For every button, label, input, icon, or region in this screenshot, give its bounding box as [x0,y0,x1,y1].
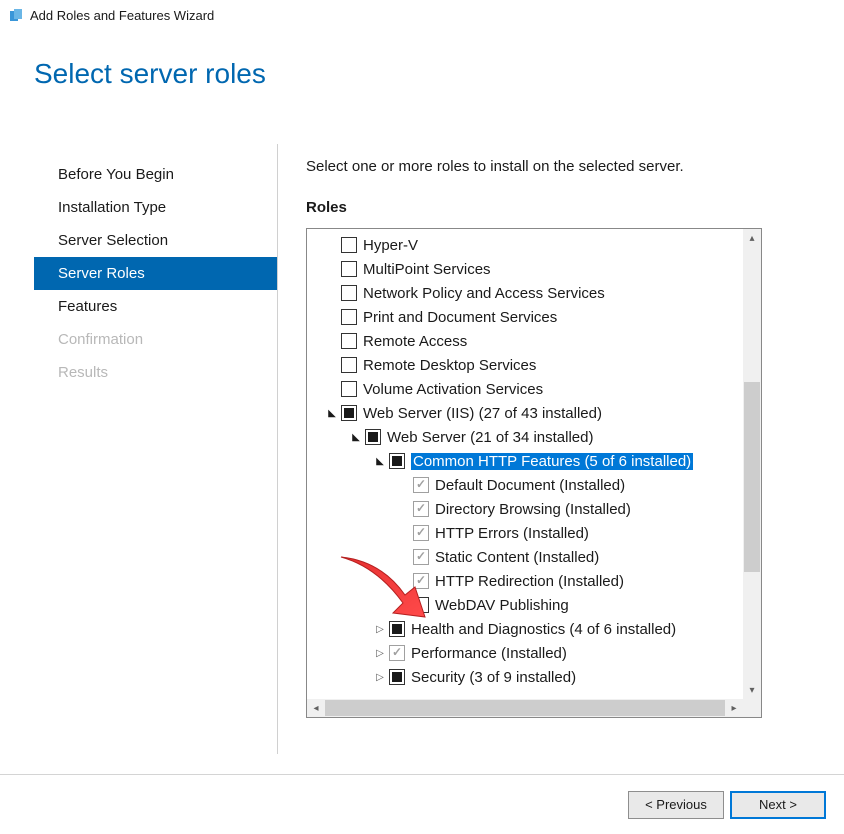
vertical-scrollbar[interactable]: ▴ ▾ [743,229,761,699]
tree-row[interactable]: ◢ Web Server (IIS) (27 of 43 installed) [307,401,743,425]
wizard-icon [8,7,24,23]
collapse-icon[interactable]: ◢ [325,408,339,419]
scroll-right-icon[interactable]: ▸ [725,699,743,717]
expand-icon[interactable]: ▷ [373,648,387,659]
roles-tree: Hyper-V MultiPoint Services Network Policy… [306,228,762,718]
tree-item-label[interactable]: Common HTTP Features (5 of 6 installed) [411,453,693,470]
tree-item-label[interactable]: Directory Browsing (Installed) [435,501,631,518]
tree-row[interactable]: HTTP Errors (Installed) [307,521,743,545]
window-title: Add Roles and Features Wizard [30,8,214,23]
tree-item-label[interactable]: WebDAV Publishing [435,597,569,614]
page-title: Select server roles [0,30,844,90]
tree-item-label[interactable]: Web Server (21 of 34 installed) [387,429,594,446]
checkbox[interactable] [341,261,357,277]
checkbox[interactable] [341,309,357,325]
checkbox[interactable] [341,357,357,373]
checkbox[interactable] [341,237,357,253]
scroll-down-icon[interactable]: ▾ [743,681,761,699]
tree-row[interactable]: WebDAV Publishing [307,593,743,617]
collapse-icon[interactable]: ◢ [349,432,363,443]
tree-item-label[interactable]: Print and Document Services [363,309,557,326]
checkbox[interactable] [413,573,429,589]
collapse-icon[interactable]: ◢ [373,456,387,467]
sidebar-item-confirmation: Confirmation [34,323,277,356]
tree-row[interactable]: Static Content (Installed) [307,545,743,569]
tree-row[interactable]: Print and Document Services [307,305,743,329]
tree-row[interactable]: ◢ Common HTTP Features (5 of 6 installed) [307,449,743,473]
scroll-thumb-h[interactable] [325,700,725,716]
sidebar-item-before-you-begin[interactable]: Before You Begin [34,158,277,191]
roles-heading: Roles [306,199,824,216]
checkbox[interactable] [341,285,357,301]
tree-row[interactable]: HTTP Redirection (Installed) [307,569,743,593]
expand-icon[interactable]: ▷ [373,624,387,635]
checkbox[interactable] [413,501,429,517]
window-titlebar: Add Roles and Features Wizard [0,0,844,30]
wizard-steps-sidebar: Before You BeginInstallation TypeServer … [34,144,278,754]
tree-row[interactable]: Default Document (Installed) [307,473,743,497]
sidebar-item-results: Results [34,356,277,389]
tree-item-label[interactable]: Health and Diagnostics (4 of 6 installed… [411,621,676,638]
next-button[interactable]: Next > [730,791,826,819]
checkbox[interactable] [341,381,357,397]
tree-item-label[interactable]: Static Content (Installed) [435,549,599,566]
tree-row[interactable]: ▷ Health and Diagnostics (4 of 6 installe… [307,617,743,641]
checkbox[interactable] [389,669,405,685]
sidebar-item-server-roles[interactable]: Server Roles [34,257,277,290]
checkbox[interactable] [413,477,429,493]
scroll-thumb[interactable] [744,382,760,572]
tree-item-label[interactable]: Hyper-V [363,237,418,254]
checkbox[interactable] [389,645,405,661]
tree-row[interactable]: ◢ Web Server (21 of 34 installed) [307,425,743,449]
checkbox[interactable] [413,525,429,541]
instruction-text: Select one or more roles to install on t… [306,158,824,175]
checkbox[interactable] [389,621,405,637]
tree-item-label[interactable]: Security (3 of 9 installed) [411,669,576,686]
tree-item-label[interactable]: Default Document (Installed) [435,477,625,494]
tree-row[interactable]: ▷ Performance (Installed) [307,641,743,665]
sidebar-item-features[interactable]: Features [34,290,277,323]
tree-row[interactable]: Volume Activation Services [307,377,743,401]
tree-row[interactable]: ▷ Security (3 of 9 installed) [307,665,743,689]
tree-item-label[interactable]: HTTP Errors (Installed) [435,525,589,542]
tree-item-label[interactable]: Network Policy and Access Services [363,285,605,302]
checkbox[interactable] [413,549,429,565]
tree-row[interactable]: MultiPoint Services [307,257,743,281]
sidebar-item-installation-type[interactable]: Installation Type [34,191,277,224]
checkbox[interactable] [365,429,381,445]
tree-item-label[interactable]: Performance (Installed) [411,645,567,662]
scroll-corner [743,699,761,717]
previous-button[interactable]: < Previous [628,791,724,819]
tree-item-label[interactable]: HTTP Redirection (Installed) [435,573,624,590]
tree-row[interactable]: Directory Browsing (Installed) [307,497,743,521]
tree-item-label[interactable]: Remote Desktop Services [363,357,536,374]
tree-row[interactable]: Remote Desktop Services [307,353,743,377]
checkbox[interactable] [341,333,357,349]
tree-row[interactable]: Remote Access [307,329,743,353]
checkbox[interactable] [413,597,429,613]
tree-item-label[interactable]: Web Server (IIS) (27 of 43 installed) [363,405,602,422]
scroll-up-icon[interactable]: ▴ [743,229,761,247]
tree-item-label[interactable]: Volume Activation Services [363,381,543,398]
tree-item-label[interactable]: Remote Access [363,333,467,350]
tree-row[interactable]: Network Policy and Access Services [307,281,743,305]
horizontal-scrollbar[interactable]: ◂ ▸ [307,699,743,717]
tree-item-label[interactable]: MultiPoint Services [363,261,491,278]
checkbox[interactable] [389,453,405,469]
checkbox[interactable] [341,405,357,421]
sidebar-item-server-selection[interactable]: Server Selection [34,224,277,257]
tree-row[interactable]: Hyper-V [307,233,743,257]
scroll-left-icon[interactable]: ◂ [307,699,325,717]
wizard-footer: < Previous Next > [0,774,844,834]
expand-icon[interactable]: ▷ [373,672,387,683]
